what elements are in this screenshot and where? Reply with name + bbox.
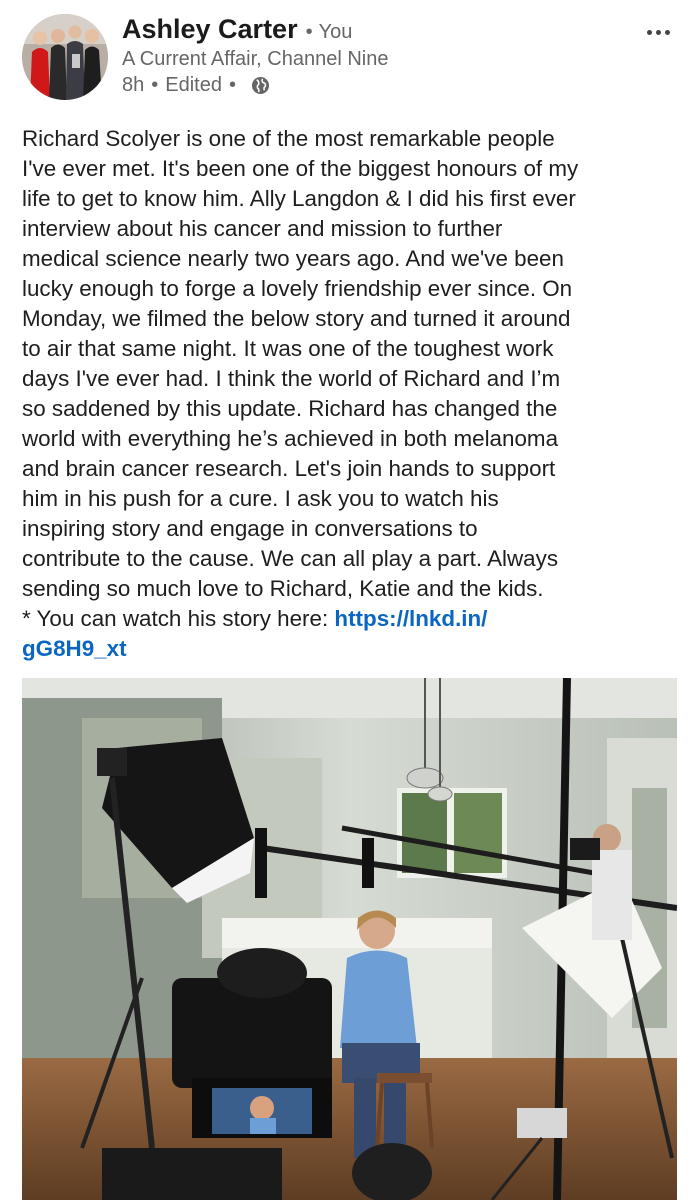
link-prefix: * You can watch his story here: [22, 606, 335, 631]
post-line: so saddened by this update. Richard has … [22, 396, 558, 421]
more-options-icon [646, 29, 652, 35]
author-name-row: Ashley Carter • You [122, 14, 352, 50]
post-line: and brain cancer research. Let's join ha… [22, 456, 556, 481]
meta-separator: • [228, 74, 236, 96]
post-line: life to get to know him. Ally Langdon & … [22, 186, 576, 211]
post-line: Monday, we filmed the below story and tu… [22, 306, 571, 331]
post-image[interactable] [22, 678, 677, 1200]
post-line: to air that same night. It was one of th… [22, 336, 554, 361]
story-link-continued[interactable]: gG8H9_xt [22, 636, 127, 661]
relation-label: You [318, 21, 353, 43]
avatar[interactable] [22, 14, 108, 100]
post-line: I've ever met. It's been one of the bigg… [22, 156, 579, 181]
author-headline: A Current Affair, Channel Nine [122, 48, 389, 70]
post-line: Richard Scolyer is one of the most remar… [22, 126, 555, 151]
post-line: sending so much love to Richard, Katie a… [22, 576, 544, 601]
post-line: medical science nearly two years ago. An… [22, 246, 564, 271]
author-name[interactable]: Ashley Carter [122, 14, 298, 45]
post-body: Richard Scolyer is one of the most remar… [22, 124, 682, 664]
post-line: inspiring story and engage in conversati… [22, 516, 478, 541]
avatar-photo [22, 14, 108, 100]
post-line: days I've ever had. I think the world of… [22, 366, 561, 391]
more-options-icon-dot [655, 29, 661, 35]
more-options-button[interactable] [636, 14, 680, 50]
edited-label: Edited [165, 74, 222, 96]
post-header: Ashley Carter • You A Current Affair, Ch… [0, 0, 699, 112]
meta-separator: • [151, 74, 159, 96]
globe-icon [251, 76, 270, 95]
post-line: world with everything he’s achieved in b… [22, 426, 559, 451]
film-set-photo [22, 678, 677, 1200]
story-link[interactable]: https://lnkd.in/ [334, 606, 487, 631]
name-separator: • [305, 21, 313, 43]
post-meta: 8h • Edited • [122, 74, 270, 97]
link-line-continued: gG8H9_xt [22, 634, 682, 664]
more-options-icon-dot [664, 29, 670, 35]
post-line: lucky enough to forge a lovely friendshi… [22, 276, 573, 301]
post-line: him in his push for a cure. I ask you to… [22, 486, 499, 511]
post-time: 8h [122, 74, 145, 96]
post-line: interview about his cancer and mission t… [22, 216, 503, 241]
link-line: * You can watch his story here: https://… [22, 604, 682, 634]
post-line: contribute to the cause. We can all play… [22, 546, 559, 571]
